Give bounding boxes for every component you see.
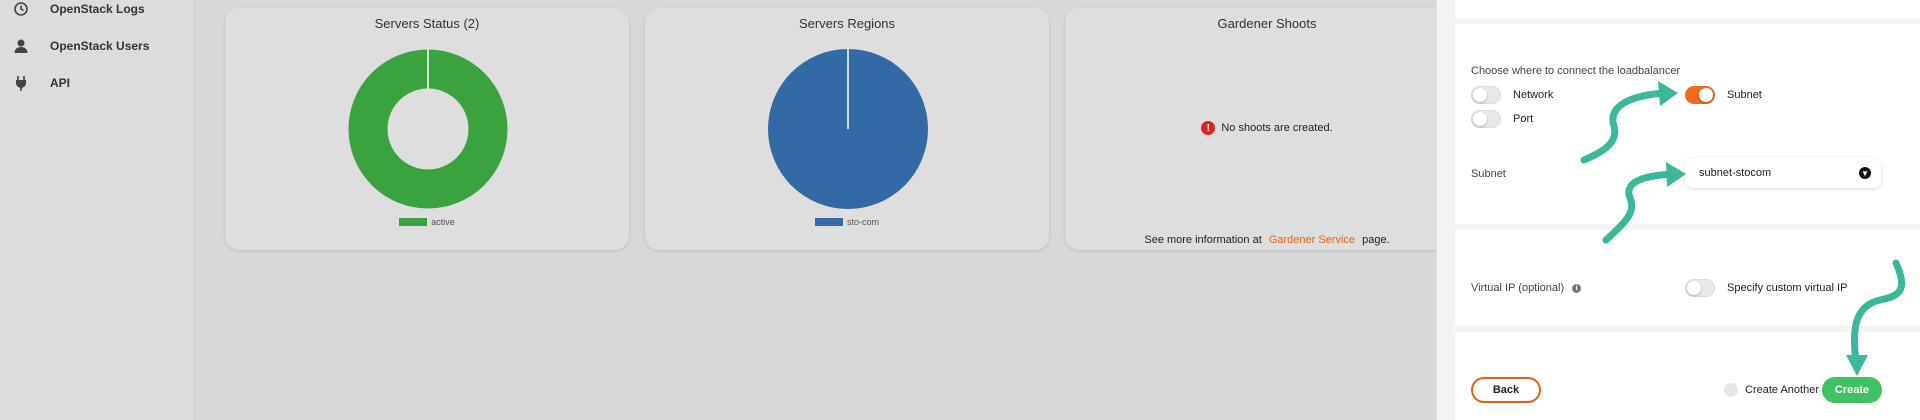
sidebar-item-openstack-users[interactable]: OpenStack Users [12,34,149,58]
empty-state-message: ! No shoots are created. [1065,121,1469,135]
port-option-label: Port [1513,113,1534,125]
subnet-select-value: subnet-stocom [1699,167,1772,179]
legend-swatch [399,218,428,226]
more-info-prefix: See more information at [1144,234,1262,246]
legend-label: active [431,217,455,227]
error-icon: ! [1201,121,1216,135]
actions-section: Back Create Another Create [1455,332,1920,420]
more-info-text: See more information at Gardener Service… [1065,234,1469,246]
connect-label: Choose where to connect the loadbalancer [1471,65,1681,77]
legend-swatch [814,218,843,226]
info-icon[interactable]: i [1572,283,1582,293]
card-title: Gardener Shoots [1217,16,1317,31]
subnet-select[interactable]: subnet-stocom ▼ [1685,158,1881,188]
back-button[interactable]: Back [1471,377,1541,403]
virtual-ip-section: Virtual IP (optional) i Specify custom vi… [1455,230,1920,326]
card-title: Servers Status (2) [374,16,480,31]
panel-header-section [1455,0,1920,18]
custom-virtual-ip-toggle[interactable] [1685,279,1715,297]
port-toggle[interactable] [1471,110,1501,128]
create-another-label: Create Another [1745,384,1819,396]
plug-icon [12,74,30,92]
subnet-option-label: Subnet [1727,89,1762,101]
servers-status-donut [348,49,508,209]
create-loadbalancer-panel: Choose where to connect the loadbalancer… [1436,0,1920,420]
history-icon [12,0,30,18]
dashboard-main: Servers Status (2) active Servers Region… [196,0,1469,420]
chart-legend: sto-com [645,217,1049,227]
chevron-down-icon: ▼ [1859,167,1871,179]
virtual-ip-label-text: Virtual IP (optional) [1471,282,1565,294]
create-button[interactable]: Create [1822,377,1882,403]
legend-label: sto-com [846,217,879,227]
subnet-toggle[interactable] [1685,86,1715,104]
sidebar-item-api[interactable]: API [12,71,70,95]
connect-section: Choose where to connect the loadbalancer… [1455,24,1920,224]
sidebar: OpenStack Logs OpenStack Users API [0,0,195,420]
servers-regions-card: Servers Regions sto-com [645,8,1049,250]
network-toggle[interactable] [1471,86,1501,104]
network-option-label: Network [1513,89,1554,101]
sidebar-item-label: OpenStack Logs [50,2,145,16]
gardener-shoots-card: Gardener Shoots ! No shoots are created.… [1065,8,1469,250]
create-another-checkbox[interactable] [1724,383,1738,397]
gardener-service-link[interactable]: Gardener Service [1269,234,1355,246]
virtual-ip-label: Virtual IP (optional) i [1471,282,1582,294]
servers-status-card: Servers Status (2) active [225,8,629,250]
chart-legend: active [225,217,629,227]
servers-regions-pie [768,49,928,209]
subnet-field-label: Subnet [1471,168,1506,180]
sidebar-item-label: API [50,76,71,90]
custom-virtual-ip-label: Specify custom virtual IP [1727,282,1848,294]
empty-state-text: No shoots are created. [1221,122,1333,134]
user-icon [12,37,30,55]
card-title: Servers Regions [798,16,896,31]
more-info-suffix: page. [1362,234,1390,246]
sidebar-item-openstack-logs[interactable]: OpenStack Logs [12,0,145,21]
sidebar-item-label: OpenStack Users [50,39,150,53]
